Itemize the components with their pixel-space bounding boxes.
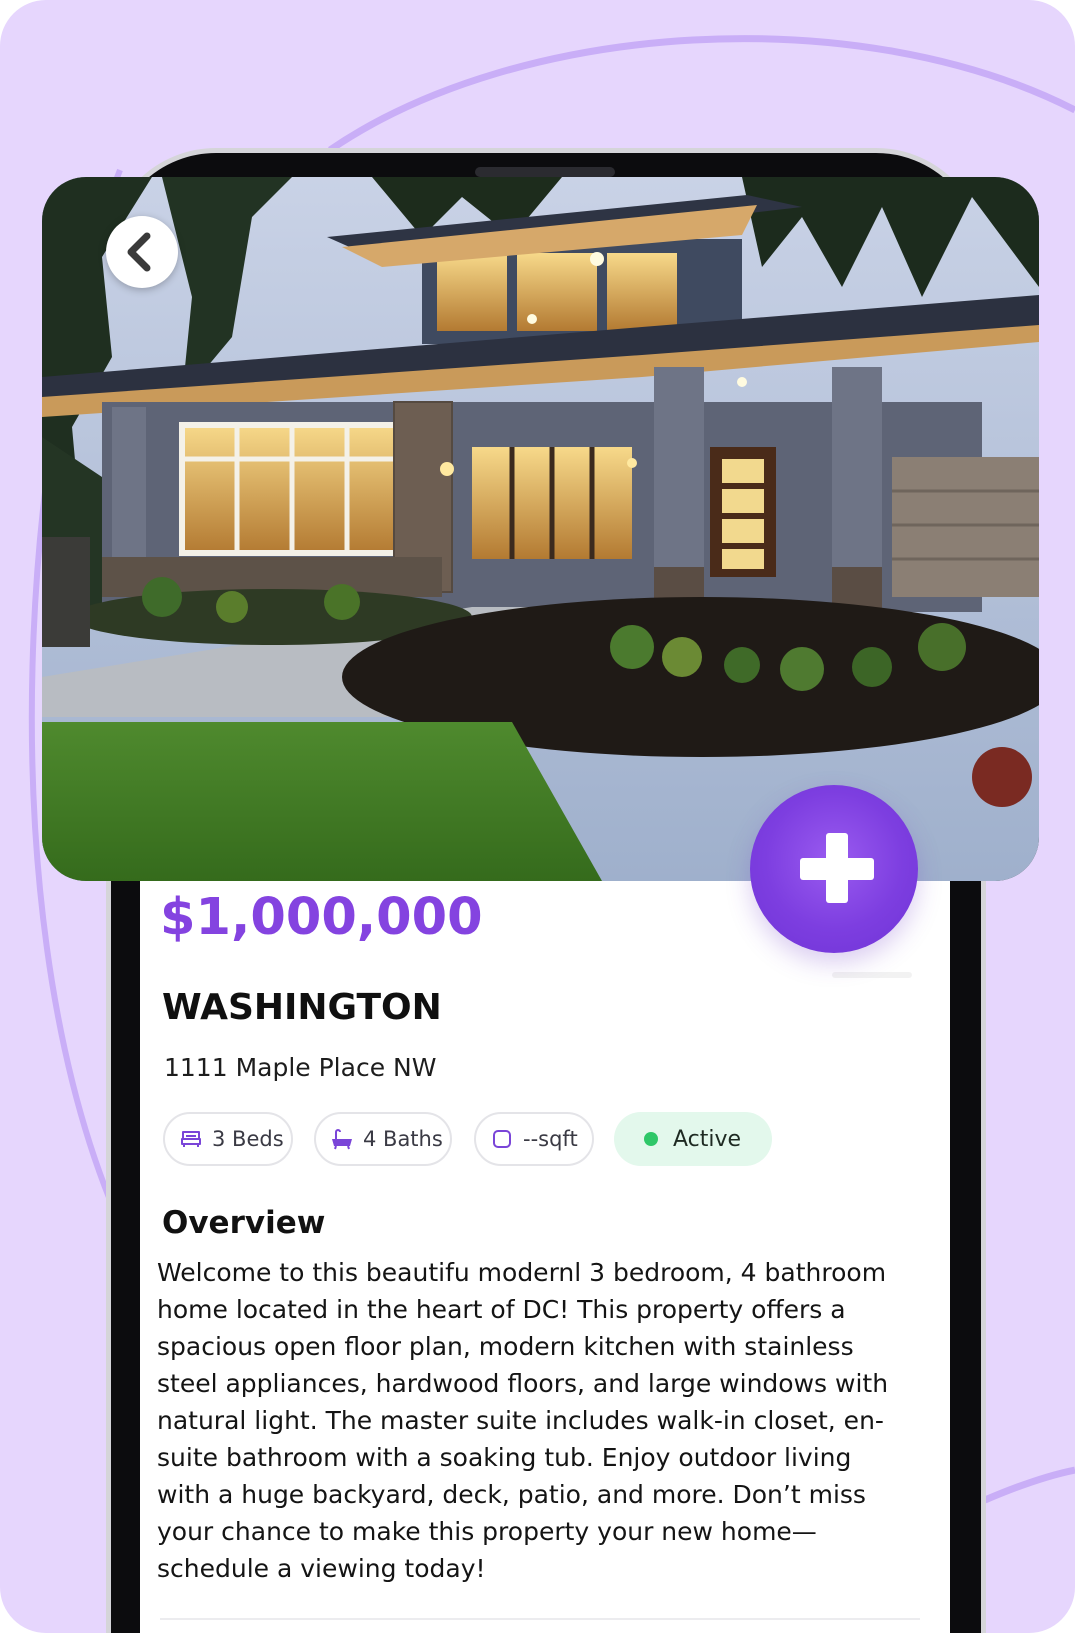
property-photo[interactable]: [42, 177, 1039, 881]
button-shadow: [832, 972, 912, 978]
listing-city: WASHINGTON: [162, 987, 442, 1028]
promo-canvas: $1,000,000 WASHINGTON 1111 Maple Place N…: [0, 0, 1075, 1633]
listing-price: $1,000,000: [160, 888, 483, 947]
chevron-left-icon: [127, 232, 151, 272]
status-dot: [644, 1132, 658, 1146]
square-icon: [490, 1127, 514, 1151]
overview-line: your chance to make this property your n…: [157, 1517, 817, 1546]
beds-chip: 3 Beds: [163, 1112, 293, 1166]
overview-line: Welcome to this beautifu modernl 3 bedro…: [157, 1258, 887, 1287]
overview-line: schedule a viewing today!: [157, 1554, 486, 1583]
baths-label: 4 Baths: [363, 1127, 443, 1151]
back-button[interactable]: [106, 216, 178, 288]
status-badge: Active: [614, 1112, 772, 1166]
sqft-label: --sqft: [523, 1127, 578, 1151]
baths-chip: 4 Baths: [314, 1112, 452, 1166]
section-divider: [160, 1618, 920, 1620]
overview-line: with a huge backyard, deck, patio, and m…: [157, 1480, 866, 1509]
overview-line: natural light. The master suite includes…: [157, 1406, 884, 1435]
phone-speaker: [475, 167, 615, 177]
add-button[interactable]: [750, 785, 918, 953]
overview-description: Welcome to this beautifu modernl 3 bedro…: [157, 1254, 927, 1587]
status-label: Active: [673, 1126, 742, 1152]
bed-icon: [179, 1127, 203, 1151]
overview-heading: Overview: [162, 1205, 326, 1241]
overview-line: home located in the heart of DC! This pr…: [157, 1295, 846, 1324]
overview-line: steel appliances, hardwood floors, and l…: [157, 1369, 889, 1398]
plus-icon: [800, 833, 874, 903]
bathtub-icon: [330, 1127, 354, 1151]
beds-label: 3 Beds: [212, 1127, 284, 1151]
listing-address: 1111 Maple Place NW: [164, 1053, 437, 1082]
sqft-chip: --sqft: [474, 1112, 594, 1166]
overview-line: spacious open floor plan, modern kitchen…: [157, 1332, 854, 1361]
house-illustration: [42, 177, 1039, 881]
overview-line: suite bathroom with a soaking tub. Enjoy…: [157, 1443, 852, 1472]
